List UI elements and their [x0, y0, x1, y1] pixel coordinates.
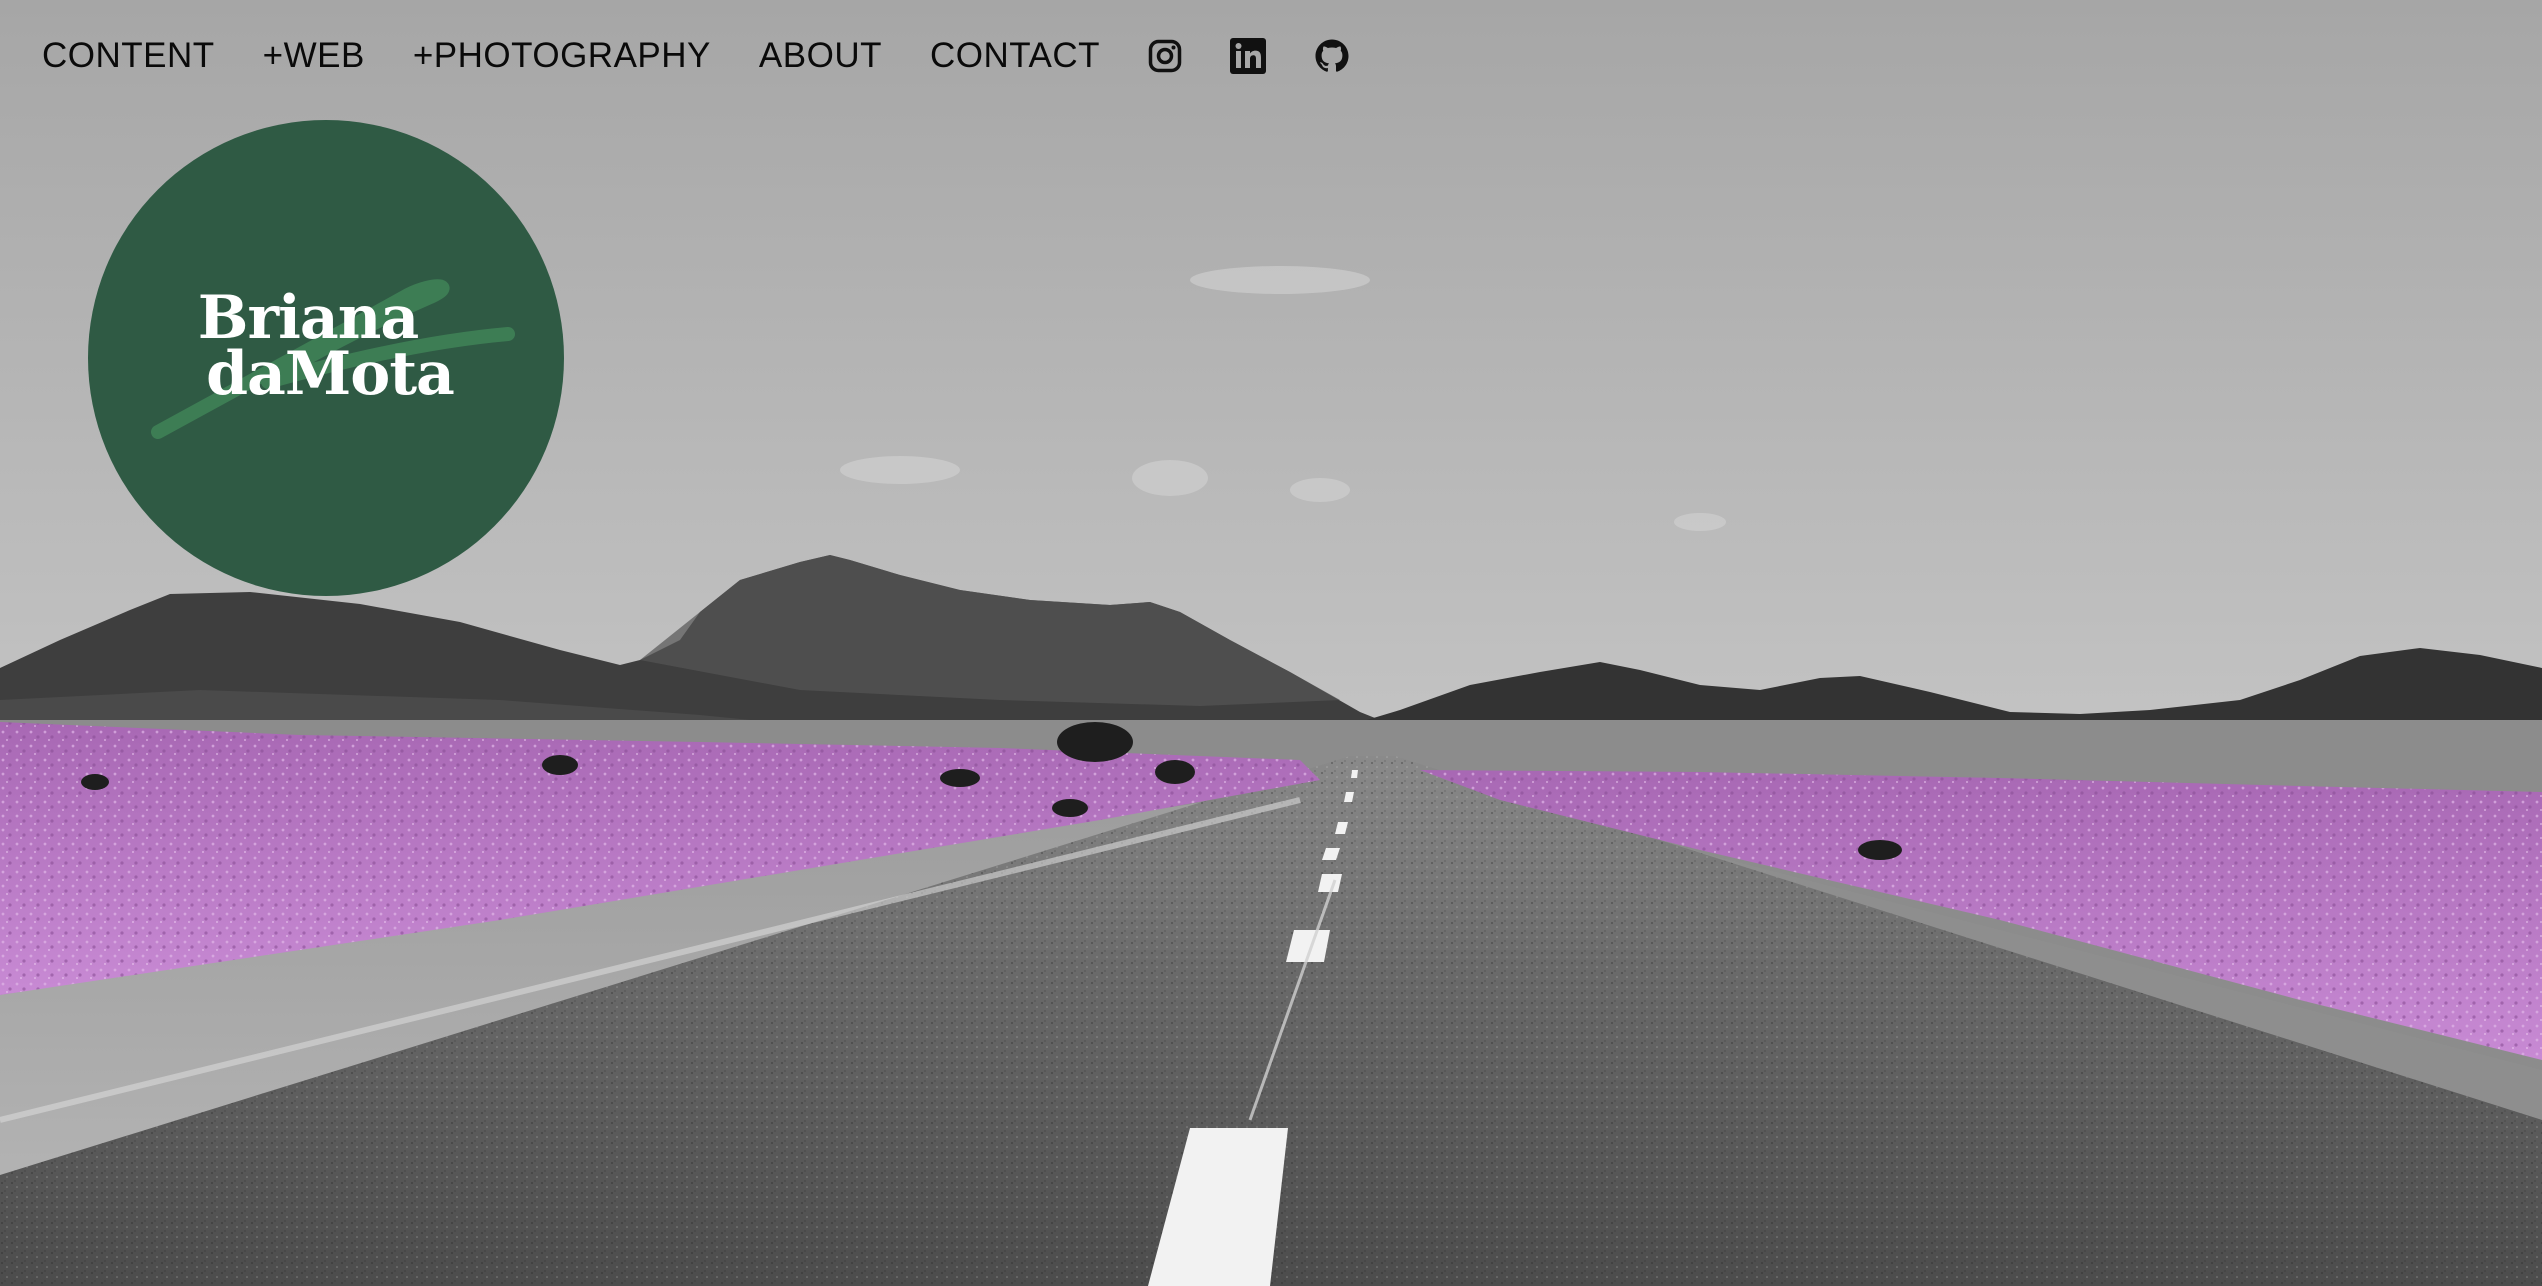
nav-photography[interactable]: +PHOTOGRAPHY	[413, 28, 711, 84]
social-links	[1148, 28, 1398, 84]
instagram-icon	[1148, 39, 1182, 73]
nav-content[interactable]: CONTENT	[42, 28, 215, 84]
linkedin-link[interactable]	[1230, 38, 1267, 74]
github-link[interactable]	[1314, 38, 1350, 74]
instagram-link[interactable]	[1148, 39, 1182, 73]
main-nav: CONTENT +WEB +PHOTOGRAPHY ABOUT CONTACT	[42, 28, 1398, 84]
site-logo[interactable]: Briana daMota	[88, 120, 564, 596]
page: CONTENT +WEB +PHOTOGRAPHY ABOUT CONTACT	[0, 0, 2542, 1286]
nav-web[interactable]: +WEB	[263, 28, 365, 84]
github-icon	[1315, 39, 1349, 72]
logo-wordmark: Briana daMota	[88, 283, 564, 409]
nav-contact[interactable]: CONTACT	[930, 28, 1100, 84]
nav-about[interactable]: ABOUT	[759, 28, 882, 84]
logo-first-name: Briana	[197, 283, 420, 353]
logo-last-name: daMota	[206, 339, 455, 409]
linkedin-icon	[1230, 38, 1267, 74]
